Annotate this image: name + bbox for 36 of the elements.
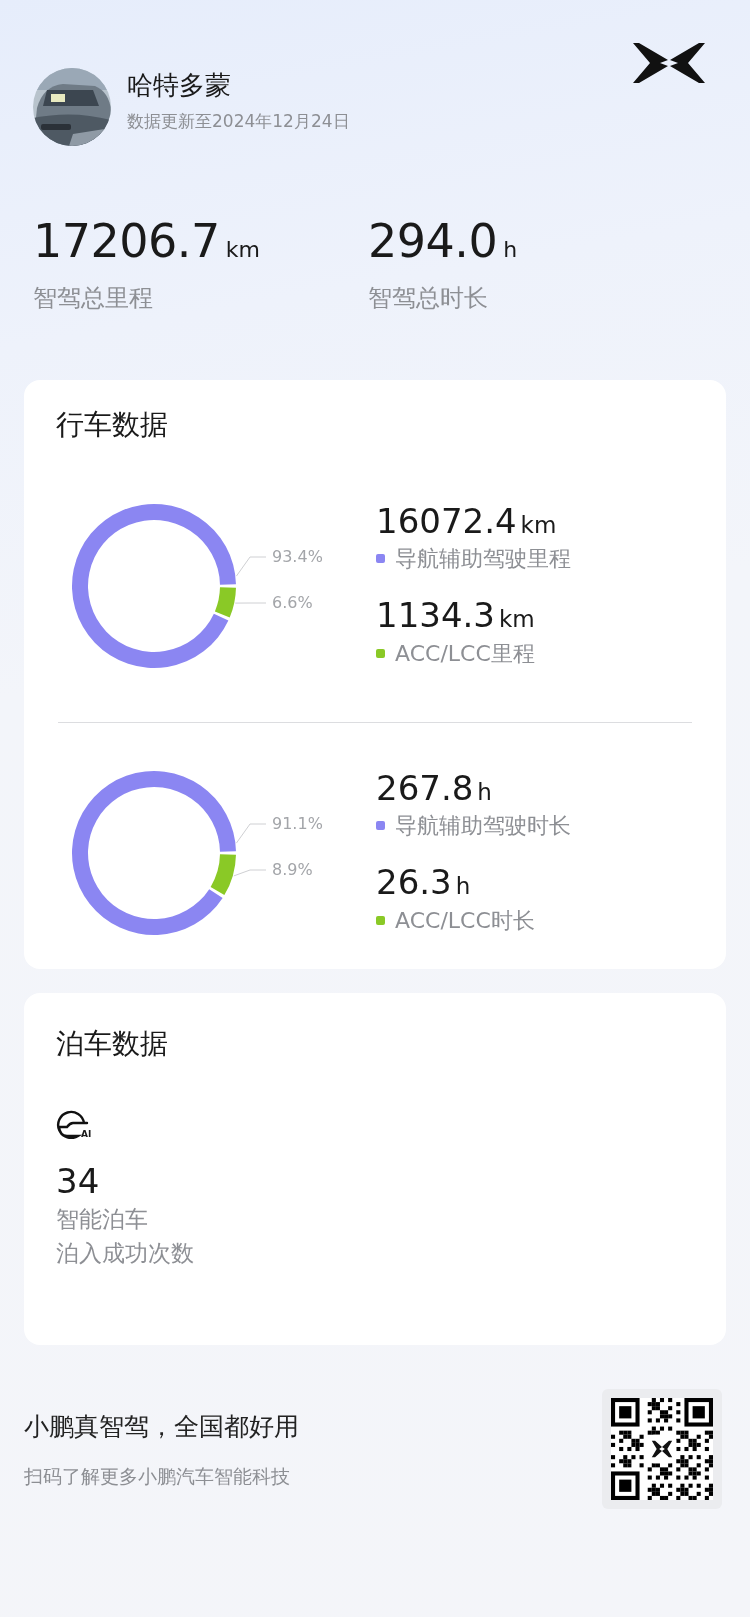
parking-count: 34 [56,1161,101,1202]
percent-label: 6.6% [272,593,313,612]
unit-label: h [455,872,471,901]
unit-label: km [520,510,557,540]
metric-value: 26.3 [376,864,452,902]
user-name: 哈特多蒙 [127,70,232,102]
unit-label: km [498,605,535,634]
metric-label: ACC/LCC时长 [395,906,535,935]
parking-label: 智能泊车 [56,1204,149,1234]
hint-text: 扫码了解更多小鹏汽车智能科技 [24,1463,291,1489]
leader-line [235,556,267,577]
parking-sublabel: 泊入成功次数 [56,1239,195,1269]
leader-line [233,869,267,877]
section-title: 行车数据 [55,407,169,443]
section-title: 泊车数据 [56,1026,169,1062]
unit-label: h [503,236,518,264]
percent-label: 91.1% [272,814,323,833]
ai-label: AI [81,1130,92,1139]
percent-label: 93.4% [272,547,323,566]
leader-line [235,823,267,844]
percent-label: 8.9% [272,860,313,879]
total-label: 智驾总时长 [368,283,489,314]
unit-label: km [225,236,260,264]
metric-label: ACC/LCC里程 [395,639,535,668]
steering-wheel-icon [56,1109,90,1139]
slogan-text: 小鹏真智驾，全国都好用 [24,1411,299,1443]
total-value: 294.0 [368,218,498,264]
total-value: 17206.7 [33,218,220,264]
unit-label: h [477,777,492,807]
metric-label: 导航辅助驾驶时长 [395,812,571,840]
metric-value: 1134.3 [376,597,495,635]
metric-value: 16072.4 [376,502,517,540]
update-date: 数据更新至2024年12月24日 [127,110,350,134]
total-label: 智驾总里程 [33,283,154,314]
metric-value: 267.8 [376,769,474,807]
metric-label: 导航辅助驾驶里程 [395,545,571,573]
